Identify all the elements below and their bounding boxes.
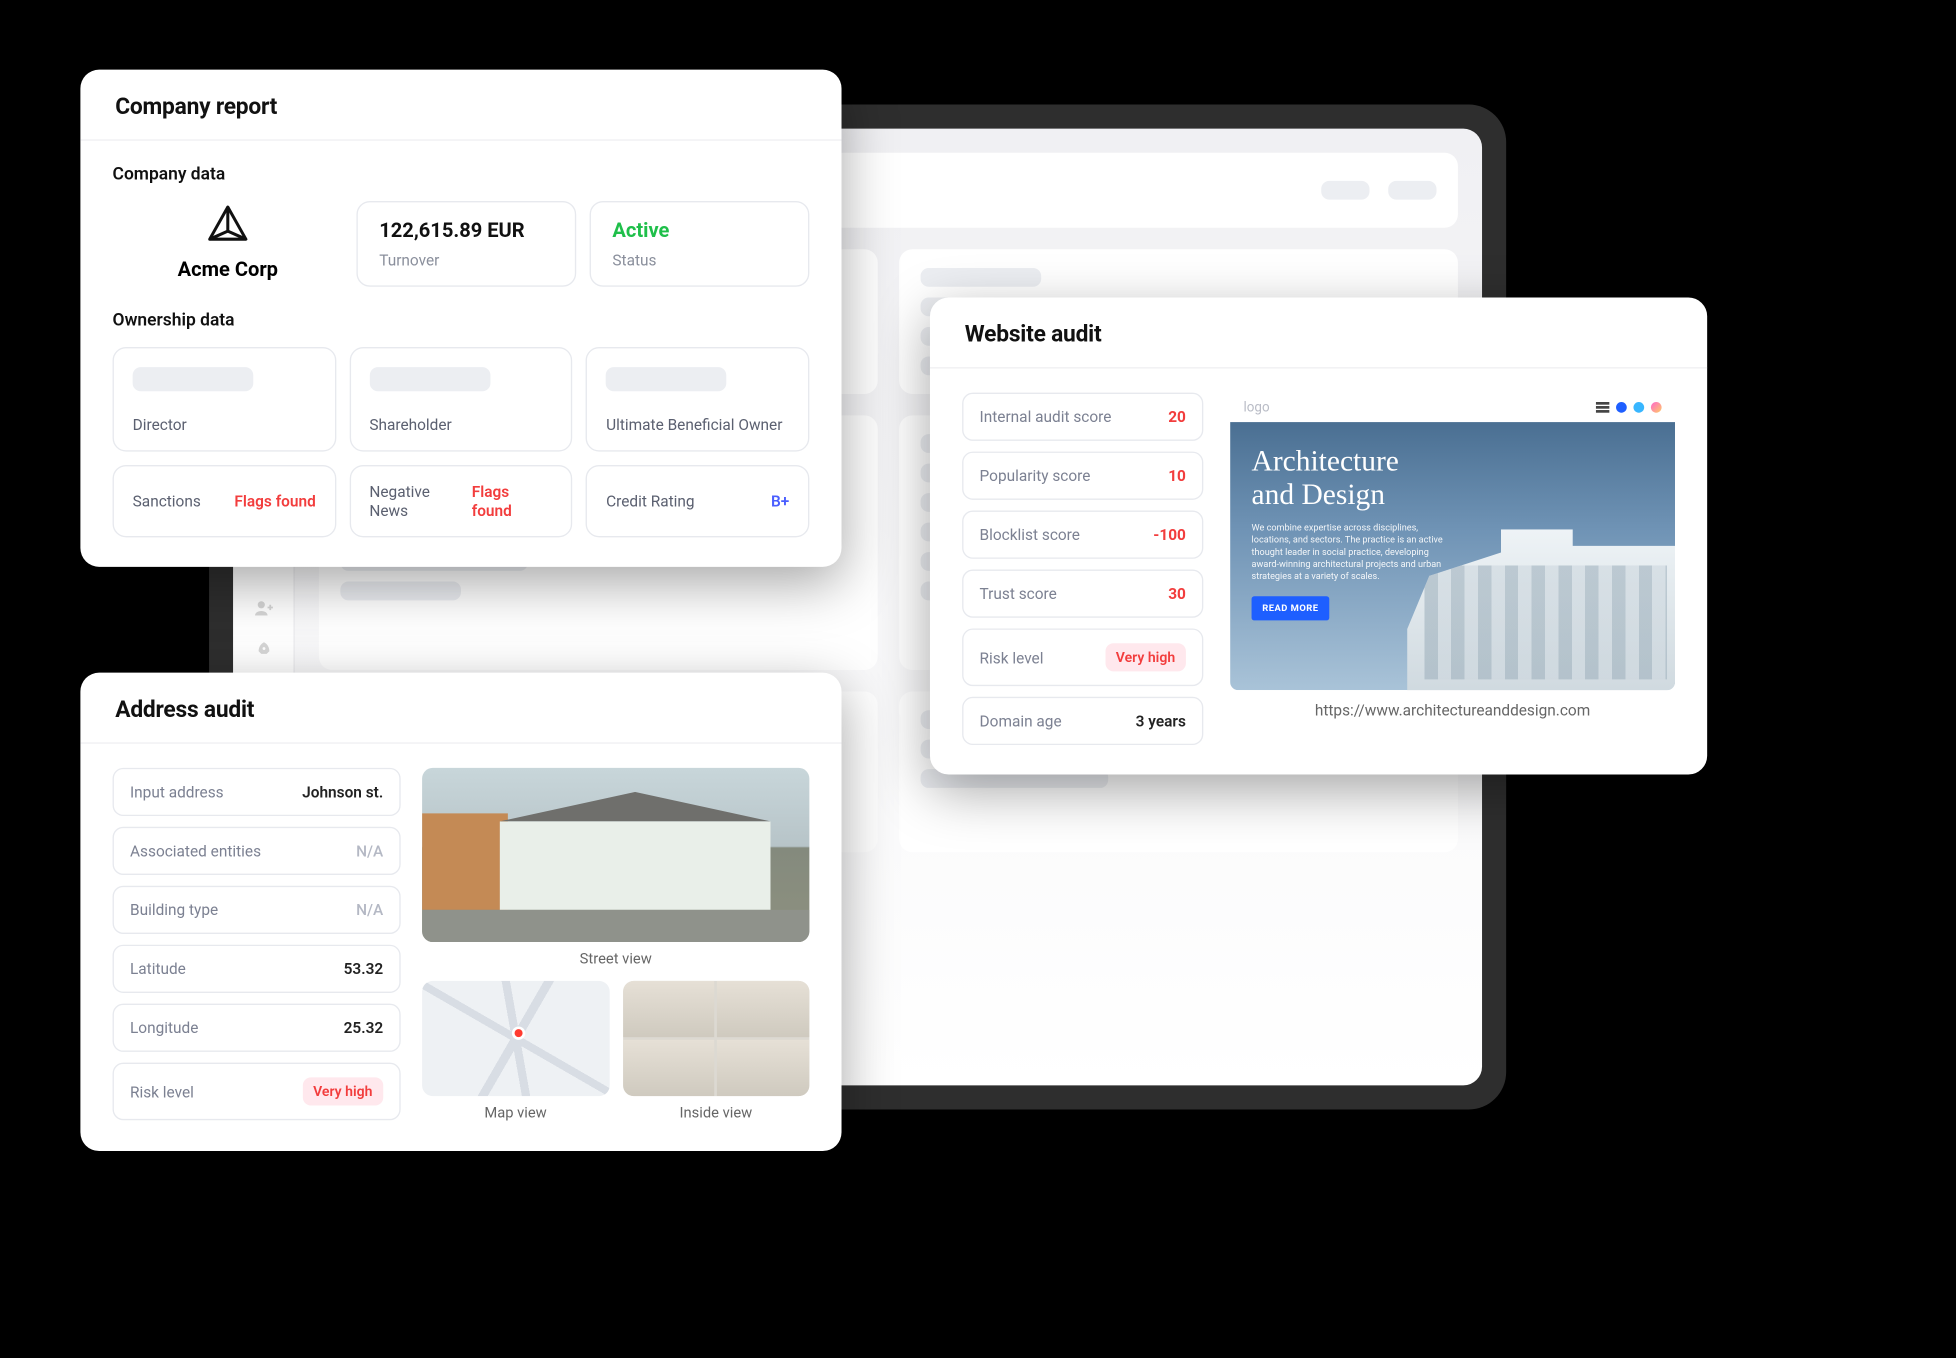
company-name: Acme Corp xyxy=(178,257,278,281)
credit-rating-label: Credit Rating xyxy=(606,492,694,511)
latitude-label: Latitude xyxy=(130,959,186,978)
address-risk-row: Risk level Very high xyxy=(113,1063,401,1121)
hero-headline: Architecture and Design xyxy=(1252,444,1654,512)
internal-audit-row: Internal audit score 20 xyxy=(962,393,1203,441)
blocklist-label: Blocklist score xyxy=(980,525,1080,544)
negative-news-label: Negative News xyxy=(369,482,471,520)
hero-body: We combine expertise across disciplines,… xyxy=(1252,522,1453,583)
ubo-label: Ultimate Beneficial Owner xyxy=(606,415,789,434)
turnover-value: 122,615.89 EUR xyxy=(379,218,553,242)
blocklist-row: Blocklist score -100 xyxy=(962,511,1203,559)
mock-logo-text: logo xyxy=(1244,400,1270,415)
address-risk-badge: Very high xyxy=(302,1077,383,1105)
longitude-row: Longitude 25.32 xyxy=(113,1004,401,1052)
popularity-row: Popularity score 10 xyxy=(962,452,1203,500)
inside-view-caption: Inside view xyxy=(622,1104,809,1121)
sanctions-label: Sanctions xyxy=(133,492,201,511)
status-label: Status xyxy=(612,251,786,270)
placeholder xyxy=(369,367,490,391)
blocklist-value: -100 xyxy=(1153,525,1186,544)
turnover-box: 122,615.89 EUR Turnover xyxy=(356,201,576,287)
building-type-label: Building type xyxy=(130,900,218,919)
turnover-label: Turnover xyxy=(379,251,553,270)
status-value: Active xyxy=(612,218,786,242)
associated-entities-value: N/A xyxy=(356,842,383,861)
website-audit-panel: Website audit Internal audit score 20 Po… xyxy=(930,297,1707,774)
input-address-value: Johnson st. xyxy=(302,783,383,802)
read-more-button[interactable]: READ MORE xyxy=(1252,597,1330,621)
street-view-caption: Street view xyxy=(422,950,809,967)
popularity-value: 10 xyxy=(1168,466,1186,485)
ubo-box: Ultimate Beneficial Owner xyxy=(586,347,809,452)
hamburger-icon xyxy=(1596,402,1609,413)
map-view-caption: Map view xyxy=(422,1104,609,1121)
negative-news-value: Flags found xyxy=(472,482,553,520)
credit-rating-box: Credit Rating B+ xyxy=(586,465,809,537)
website-audit-title: Website audit xyxy=(965,322,1673,349)
trust-label: Trust score xyxy=(980,584,1057,603)
rocket-icon xyxy=(253,641,274,662)
longitude-label: Longitude xyxy=(130,1018,198,1037)
address-risk-label: Risk level xyxy=(130,1082,194,1101)
shareholder-label: Shareholder xyxy=(369,415,552,434)
status-box: Active Status xyxy=(590,201,810,287)
sanctions-box: Sanctions Flags found xyxy=(113,465,336,537)
instagram-icon xyxy=(1651,402,1662,413)
input-address-label: Input address xyxy=(130,783,224,802)
map-pin-icon xyxy=(512,1027,525,1040)
ownership-data-label: Ownership data xyxy=(113,311,810,331)
facebook-icon xyxy=(1616,402,1627,413)
building-type-value: N/A xyxy=(356,900,383,919)
company-data-label: Company data xyxy=(113,165,810,185)
internal-audit-value: 20 xyxy=(1168,407,1186,426)
building-type-row: Building type N/A xyxy=(113,886,401,934)
placeholder xyxy=(133,367,254,391)
website-url: https://www.architectureanddesign.com xyxy=(1230,701,1675,720)
map-view-image[interactable] xyxy=(422,981,609,1096)
website-risk-badge: Very high xyxy=(1105,643,1186,671)
internal-audit-label: Internal audit score xyxy=(980,407,1112,426)
director-box: Director xyxy=(113,347,336,452)
associated-entities-row: Associated entities N/A xyxy=(113,827,401,875)
latitude-row: Latitude 53.32 xyxy=(113,945,401,993)
placeholder xyxy=(606,367,727,391)
company-report-panel: Company report Company data Acme Corp 12… xyxy=(80,70,841,567)
website-risk-label: Risk level xyxy=(980,648,1044,667)
trust-value: 30 xyxy=(1168,584,1186,603)
company-identity: Acme Corp xyxy=(113,201,343,287)
company-report-title: Company report xyxy=(115,94,806,121)
company-logo-icon xyxy=(204,201,252,249)
negative-news-box: Negative News Flags found xyxy=(349,465,572,537)
director-label: Director xyxy=(133,415,316,434)
address-audit-panel: Address audit Input address Johnson st. … xyxy=(80,673,841,1151)
popularity-label: Popularity score xyxy=(980,466,1091,485)
trust-row: Trust score 30 xyxy=(962,570,1203,618)
twitter-icon xyxy=(1633,402,1644,413)
credit-rating-value: B+ xyxy=(771,492,789,511)
sanctions-value: Flags found xyxy=(234,492,315,511)
website-risk-row: Risk level Very high xyxy=(962,628,1203,686)
street-view-image[interactable] xyxy=(422,768,809,942)
website-preview[interactable]: logo Architecture and Design xyxy=(1230,393,1675,690)
address-audit-title: Address audit xyxy=(115,697,806,724)
person-add-icon xyxy=(253,598,274,619)
input-address-row: Input address Johnson st. xyxy=(113,768,401,816)
longitude-value: 25.32 xyxy=(344,1018,384,1037)
inside-view-image[interactable] xyxy=(622,981,809,1096)
associated-entities-label: Associated entities xyxy=(130,842,261,861)
domain-age-label: Domain age xyxy=(980,712,1062,731)
domain-age-value: 3 years xyxy=(1136,712,1186,731)
domain-age-row: Domain age 3 years xyxy=(962,697,1203,745)
shareholder-box: Shareholder xyxy=(349,347,572,452)
latitude-value: 53.32 xyxy=(344,959,384,978)
